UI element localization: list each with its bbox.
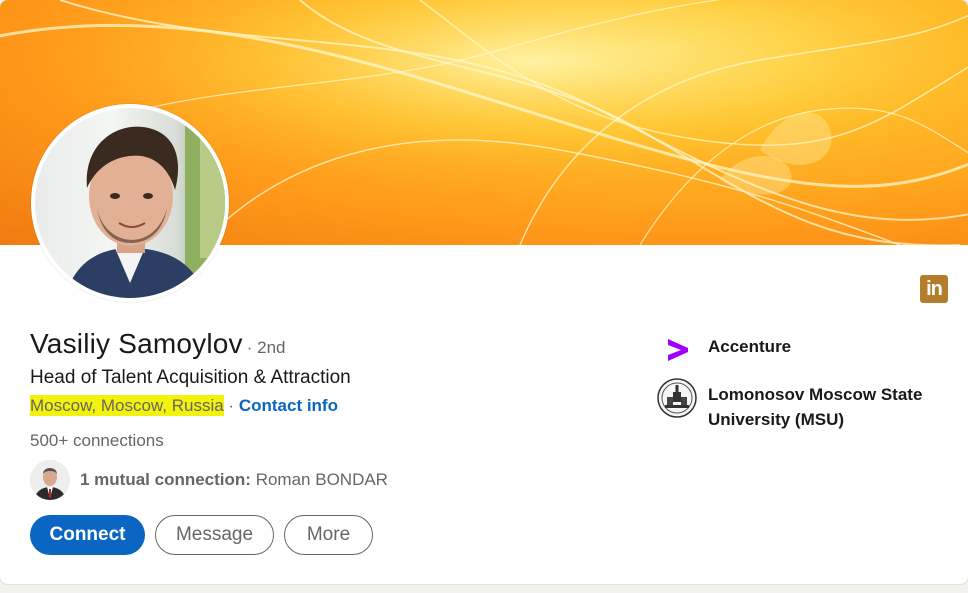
profile-card: in Vasiliy Samoylov · 2nd Head of Talent… <box>0 0 968 584</box>
mutual-count: 1 mutual connection: <box>80 470 251 489</box>
separator: · <box>228 396 235 415</box>
more-button[interactable]: More <box>284 515 373 555</box>
profile-photo-image <box>35 108 225 298</box>
name-line: Vasiliy Samoylov · 2nd <box>30 328 286 360</box>
msu-logo-icon <box>656 378 698 418</box>
mutual-avatar <box>30 460 70 500</box>
education-school[interactable]: Lomonosov Moscow State University (MSU) <box>656 378 928 432</box>
company-name: Accenture <box>708 337 792 356</box>
location-line: Moscow, Moscow, Russia · Contact info <box>30 395 338 416</box>
accenture-logo-icon <box>656 330 698 370</box>
mutual-connections[interactable]: 1 mutual connection: Roman BONDAR <box>30 460 388 500</box>
contact-info-link[interactable]: Contact info <box>239 396 338 415</box>
mutual-name: Roman BONDAR <box>255 470 388 489</box>
person-portrait <box>65 108 225 298</box>
linkedin-icon[interactable]: in <box>920 275 948 303</box>
school-name: Lomonosov Moscow State University (MSU) <box>708 385 923 429</box>
action-buttons: Connect Message More <box>30 515 373 555</box>
profile-name: Vasiliy Samoylov <box>30 328 243 359</box>
mutual-text: 1 mutual connection: Roman BONDAR <box>80 470 388 490</box>
mutual-person-portrait <box>30 460 70 500</box>
connection-degree: · 2nd <box>246 338 286 357</box>
experience-education-panel: Accenture Lomonosov Moscow State Univers… <box>656 330 928 432</box>
current-company[interactable]: Accenture <box>656 330 928 370</box>
connect-button[interactable]: Connect <box>30 515 145 555</box>
connections-count[interactable]: 500+ connections <box>30 431 164 451</box>
profile-location: Moscow, Moscow, Russia <box>30 395 224 416</box>
profile-photo[interactable] <box>31 104 229 302</box>
message-button[interactable]: Message <box>155 515 274 555</box>
profile-headline: Head of Talent Acquisition & Attraction <box>30 367 351 388</box>
